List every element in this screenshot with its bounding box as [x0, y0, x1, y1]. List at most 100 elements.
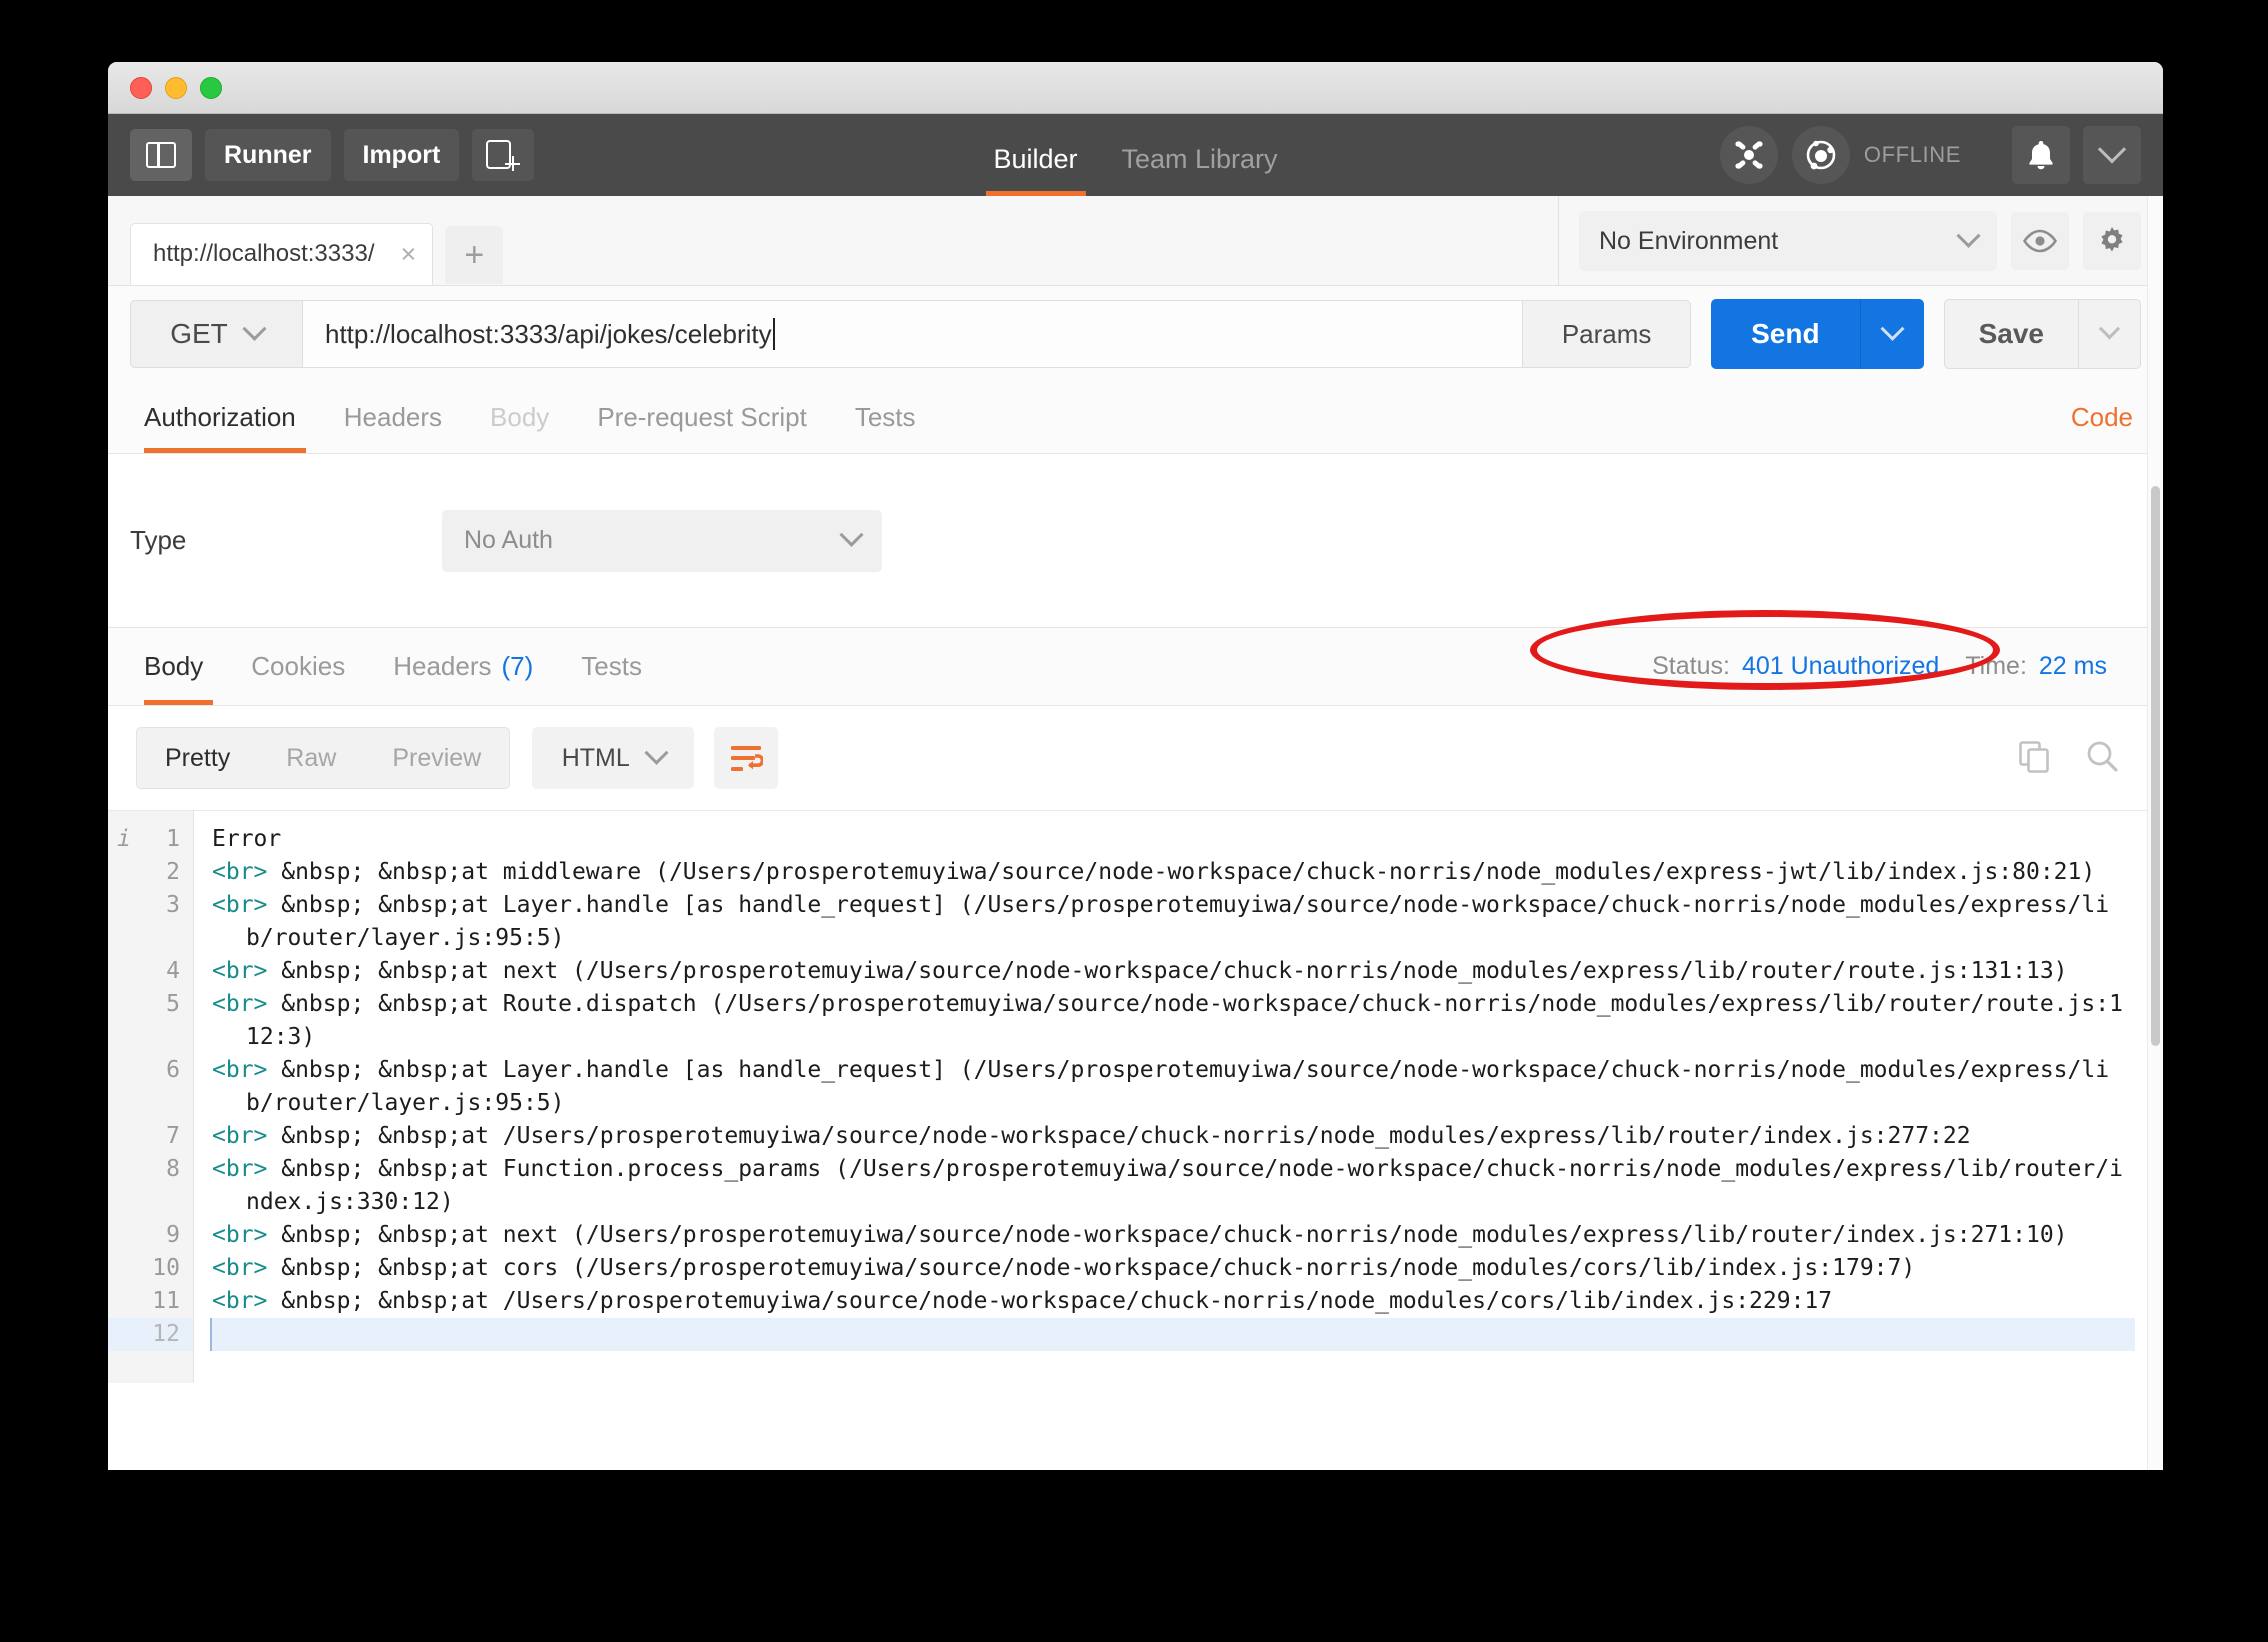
add-tab-button[interactable]: +: [445, 226, 504, 284]
response-tab-body-label: Body: [144, 651, 204, 681]
runner-button[interactable]: Runner: [205, 129, 331, 181]
send-button[interactable]: Send: [1711, 299, 1860, 369]
request-tab[interactable]: http://localhost:3333/ ×: [130, 223, 434, 285]
view-mode-pretty[interactable]: Pretty: [137, 728, 258, 788]
line-number: 9: [166, 1222, 180, 1248]
copy-response-button[interactable]: [2017, 739, 2051, 778]
tab-pre-request-script-label: Pre-request Script: [597, 402, 807, 432]
tab-builder[interactable]: Builder: [971, 144, 1099, 196]
line-number: 1: [108, 823, 193, 856]
environment-settings-button[interactable]: [2083, 212, 2141, 270]
params-label: Params: [1561, 318, 1652, 349]
params-button[interactable]: Params: [1523, 300, 1692, 368]
response-format-select[interactable]: HTML: [532, 727, 695, 789]
page-scrollbar-thumb[interactable]: [2151, 486, 2160, 1046]
url-input[interactable]: http://localhost:3333/api/jokes/celebrit…: [302, 300, 1524, 368]
response-meta: Status: 401 Unauthorized Time: 22 ms: [1530, 610, 2141, 705]
code-token-tag: <br>: [212, 958, 268, 984]
time-key: Time:: [1965, 652, 2027, 680]
search-response-button[interactable]: [2085, 739, 2119, 778]
close-icon[interactable]: ×: [400, 240, 416, 268]
auth-type-label: Type: [130, 525, 187, 555]
chevron-down-icon: [839, 522, 864, 547]
maximize-window-button[interactable]: [200, 76, 222, 99]
tab-tests-label: Tests: [854, 402, 916, 432]
code-line: <br> &nbsp; &nbsp;at next (/Users/prospe…: [212, 955, 2135, 988]
macos-titlebar: [108, 62, 2163, 114]
request-section-tabs: Authorization Headers Body Pre-request S…: [108, 382, 2163, 454]
line-number: 12: [108, 1318, 193, 1351]
notifications-button[interactable]: [2012, 126, 2070, 184]
tab-body[interactable]: Body: [466, 382, 573, 453]
view-mode-raw-label: Raw: [286, 743, 337, 772]
minimize-window-button[interactable]: [165, 76, 187, 99]
sidebar-toggle-button[interactable]: [130, 129, 192, 181]
line-number: 4: [166, 958, 180, 984]
send-options-button[interactable]: [1859, 299, 1924, 369]
response-tab-tests[interactable]: Tests: [557, 628, 666, 705]
code-link[interactable]: Code: [2071, 382, 2141, 453]
search-icon: [2087, 741, 2118, 772]
copy-icon: [2019, 740, 2049, 773]
response-tab-cookies-label: Cookies: [251, 651, 346, 681]
chevron-down-icon: [644, 740, 669, 765]
new-request-button[interactable]: [472, 129, 535, 181]
view-mode-preview[interactable]: Preview: [364, 728, 509, 788]
word-wrap-button[interactable]: [714, 727, 779, 789]
page-scrollbar-track[interactable]: [2147, 196, 2163, 1470]
environment-select[interactable]: No Environment: [1579, 211, 1997, 271]
code-line: <br> &nbsp; &nbsp;at Route.dispatch (/Us…: [212, 988, 2135, 1054]
view-mode-pretty-label: Pretty: [165, 743, 231, 772]
response-headers-count: (7): [501, 651, 534, 681]
connection-status-label: OFFLINE: [1863, 142, 1961, 167]
line-number-gutter: 123456789101112: [108, 811, 194, 1383]
request-tabstrip: http://localhost:3333/ × + No Environmen…: [108, 196, 2163, 286]
chevron-down-icon: [1880, 316, 1905, 341]
response-format-label: HTML: [561, 743, 630, 772]
request-tab-label: http://localhost:3333/: [153, 240, 375, 267]
url-row: GET http://localhost:3333/api/jokes/cele…: [108, 286, 2163, 382]
close-window-button[interactable]: [130, 76, 152, 99]
save-button[interactable]: Save: [1943, 299, 2079, 369]
code-token-text: &nbsp; &nbsp;at next (/Users/prosperotem…: [267, 958, 2068, 984]
word-wrap-icon: [731, 746, 764, 771]
http-method-select[interactable]: GET: [130, 300, 302, 368]
tab-builder-label: Builder: [993, 144, 1078, 174]
sync-status-button[interactable]: [1791, 126, 1850, 184]
save-button-group: Save: [1943, 299, 2141, 369]
tab-headers[interactable]: Headers: [320, 382, 466, 453]
response-body-viewer[interactable]: 123456789101112 Error<br> &nbsp; &nbsp;a…: [108, 810, 2163, 1383]
environment-quick-look-button[interactable]: [2011, 212, 2069, 270]
runner-label: Runner: [224, 140, 312, 169]
code-token-tag: <br>: [212, 1222, 268, 1248]
code-line: <br> &nbsp; &nbsp;at Layer.handle [as ha…: [212, 889, 2135, 955]
status-key: Status:: [1652, 652, 1730, 680]
code-token-tag: <br>: [212, 991, 268, 1017]
response-body-code[interactable]: Error <br> &nbsp; &nbsp;at middleware (/U…: [194, 811, 2163, 1383]
code-line: <br> &nbsp; &nbsp;at /Users/prosperotemu…: [212, 1285, 2135, 1318]
save-options-button[interactable]: [2079, 299, 2141, 369]
header-right-group: OFFLINE: [1719, 126, 2141, 184]
account-menu-button[interactable]: [2083, 126, 2141, 184]
view-mode-raw[interactable]: Raw: [258, 728, 364, 788]
interceptor-button[interactable]: [1719, 126, 1778, 184]
text-caret: [772, 318, 775, 350]
save-label: Save: [1978, 318, 2044, 349]
response-tab-cookies[interactable]: Cookies: [227, 628, 369, 705]
tab-team-library[interactable]: Team Library: [1099, 144, 1299, 196]
tab-tests[interactable]: Tests: [831, 382, 940, 453]
bell-icon: [2029, 141, 2053, 170]
auth-type-select[interactable]: No Auth: [442, 509, 882, 572]
tab-pre-request-script[interactable]: Pre-request Script: [573, 382, 831, 453]
response-tab-body[interactable]: Body: [130, 628, 227, 705]
code-line: <br> &nbsp; &nbsp;at cors (/Users/prospe…: [212, 1252, 2135, 1285]
response-tab-headers[interactable]: Headers (7): [369, 628, 557, 705]
status-badge: 401 Unauthorized: [1741, 652, 1940, 680]
import-button[interactable]: Import: [343, 129, 460, 181]
tab-authorization[interactable]: Authorization: [130, 382, 320, 453]
chevron-down-icon: [1956, 223, 1981, 248]
code-token-text: &nbsp; &nbsp;at Layer.handle [as handle_…: [246, 1057, 2110, 1116]
code-token-tag: <br>: [212, 1123, 268, 1149]
send-label: Send: [1751, 318, 1820, 349]
send-button-group: Send: [1711, 299, 1924, 369]
